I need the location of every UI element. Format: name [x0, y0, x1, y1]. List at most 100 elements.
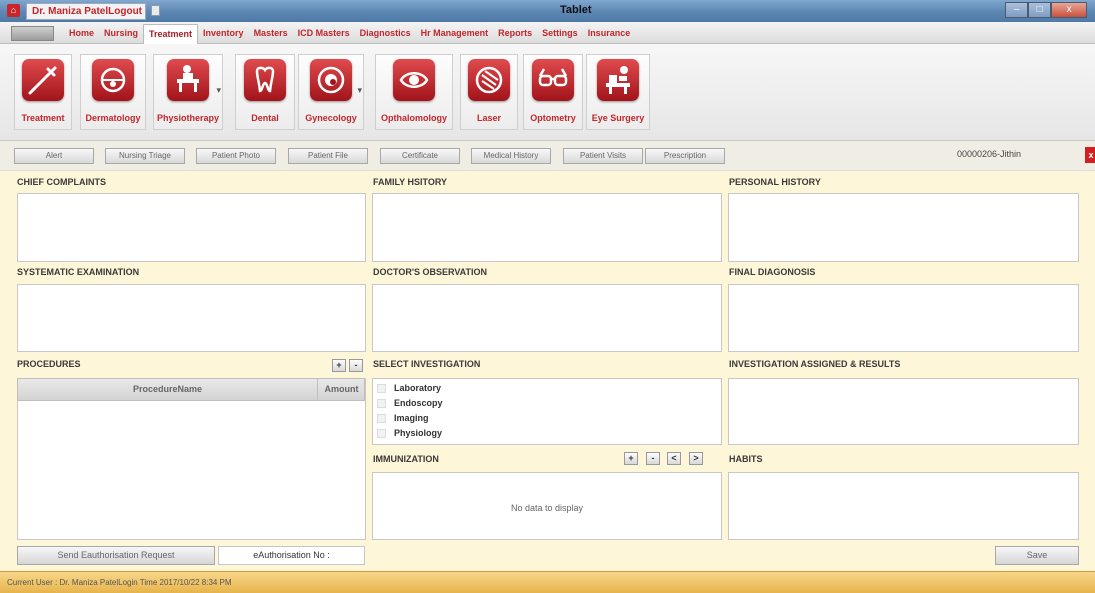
patient-file-button[interactable]: Patient File — [288, 148, 368, 164]
column-procedure-name[interactable]: ProcedureName — [18, 379, 318, 400]
immunization-add-button[interactable]: + — [624, 452, 638, 465]
tile-treatment[interactable]: Treatment — [14, 54, 72, 130]
investigation-label: Physiology — [394, 428, 443, 438]
patient-photo-button[interactable]: Patient Photo — [196, 148, 276, 164]
gynecology-icon — [310, 59, 352, 101]
menu-hr-management[interactable]: Hr Management — [416, 24, 494, 44]
remove-procedure-button[interactable]: - — [349, 359, 363, 372]
immunization-prev-button[interactable]: < — [667, 452, 681, 465]
investigation-item[interactable]: Endoscopy — [377, 396, 443, 410]
certificate-button[interactable]: Certificate — [380, 148, 460, 164]
investigation-item[interactable]: Physiology — [377, 426, 442, 440]
app-icon: ⌂ — [7, 4, 20, 17]
habits-field[interactable] — [728, 472, 1079, 540]
checkbox[interactable] — [377, 428, 386, 438]
menu-items: Home Nursing Treatment Inventory Masters… — [64, 22, 635, 44]
patient-action-bar: Alert Nursing Triage Patient Photo Patie… — [0, 141, 1095, 171]
investigation-item[interactable]: Imaging — [377, 411, 429, 425]
procedures-table — [17, 378, 366, 540]
menu-treatment[interactable]: Treatment — [143, 24, 199, 44]
tile-laser[interactable]: Laser — [460, 54, 518, 130]
checkbox[interactable] — [377, 383, 386, 393]
tile-label: Physiotherapy — [156, 113, 220, 123]
immunization-next-button[interactable]: > — [689, 452, 703, 465]
close-window-button[interactable]: x — [1051, 2, 1087, 18]
tile-label: Laser — [476, 113, 502, 123]
tile-label: Treatment — [21, 113, 65, 123]
doctors-observation-field[interactable] — [372, 284, 722, 352]
investigation-label: Imaging — [394, 413, 429, 423]
nursing-triage-button[interactable]: Nursing Triage — [105, 148, 185, 164]
add-procedure-button[interactable]: + — [332, 359, 346, 372]
menu-insurance[interactable]: Insurance — [583, 24, 636, 44]
save-button[interactable]: Save — [995, 546, 1079, 565]
personal-history-title: PERSONAL HISTORY — [729, 177, 821, 187]
tile-label: Eye Surgery — [591, 113, 645, 123]
systematic-examination-field[interactable] — [17, 284, 366, 352]
close-patient-button[interactable]: x — [1085, 147, 1095, 163]
tooth-icon — [244, 59, 286, 101]
menu-nursing[interactable]: Nursing — [99, 24, 143, 44]
tile-label: Gynecology — [305, 113, 357, 123]
tile-dermatology[interactable]: Dermatology — [80, 54, 146, 130]
chief-complaints-title: CHIEF COMPLAINTS — [17, 177, 106, 187]
title-mini-button[interactable] — [151, 5, 160, 16]
skin-icon — [92, 59, 134, 101]
doctors-observation-title: DOCTOR'S OBSERVATION — [373, 267, 487, 277]
immunization-grid: No data to display — [372, 472, 722, 540]
menu-diagnostics[interactable]: Diagnostics — [355, 24, 416, 44]
tile-eye-surgery[interactable]: Eye Surgery — [586, 54, 650, 130]
patient-id-label: 00000206-Jithin — [957, 149, 1022, 159]
menu-masters[interactable]: Masters — [249, 24, 293, 44]
investigation-results-field[interactable] — [728, 378, 1079, 445]
user-logout-tab[interactable]: Dr. Maniza PatelLogout — [26, 3, 146, 20]
module-ribbon: Treatment Dermatology ▾ Physiotherapy De… — [0, 44, 1095, 141]
menu-inventory[interactable]: Inventory — [198, 24, 249, 44]
syringe-icon — [22, 59, 64, 101]
title-bar: ⌂ Dr. Maniza PatelLogout Tablet – □ x — [0, 0, 1095, 22]
menu-settings[interactable]: Settings — [537, 24, 583, 44]
send-eauthorisation-button[interactable]: Send Eauthorisation Request — [17, 546, 215, 565]
chief-complaints-field[interactable] — [17, 193, 366, 262]
personal-history-field[interactable] — [728, 193, 1079, 262]
investigation-item[interactable]: Laboratory — [377, 381, 441, 395]
alert-button[interactable]: Alert — [14, 148, 94, 164]
menu-reports[interactable]: Reports — [493, 24, 537, 44]
status-bar: Current User : Dr. Maniza PatelLogin Tim… — [0, 571, 1095, 593]
chevron-down-icon[interactable]: ▾ — [357, 85, 362, 96]
chevron-down-icon[interactable]: ▾ — [216, 85, 221, 96]
investigation-list: Laboratory Endoscopy Imaging Physiology — [372, 378, 722, 445]
checkbox[interactable] — [377, 413, 386, 423]
investigation-label: Laboratory — [394, 383, 442, 393]
tile-label: Opthalomology — [381, 113, 447, 123]
menu-lead-button[interactable] — [11, 26, 54, 41]
tile-opthalomology[interactable]: Opthalomology — [375, 54, 453, 130]
status-text: Current User : Dr. Maniza PatelLogin Tim… — [7, 578, 232, 587]
habits-title: HABITS — [729, 454, 763, 464]
patient-visits-button[interactable]: Patient Visits — [563, 148, 643, 164]
window-title: Tablet — [560, 4, 592, 16]
minimize-button[interactable]: – — [1005, 2, 1029, 18]
maximize-button[interactable]: □ — [1028, 2, 1052, 18]
investigation-assigned-title: INVESTIGATION ASSIGNED & RESULTS — [729, 359, 901, 369]
window-controls: – □ x — [1005, 2, 1087, 18]
tile-gynecology[interactable]: ▾ Gynecology — [298, 54, 364, 130]
eauthorisation-number-field[interactable]: eAuthorisation No : — [218, 546, 365, 565]
menu-icd-masters[interactable]: ICD Masters — [293, 24, 355, 44]
tile-label: Dental — [251, 113, 279, 123]
final-diagnosis-field[interactable] — [728, 284, 1079, 352]
prescription-button[interactable]: Prescription — [645, 148, 725, 164]
laser-icon — [468, 59, 510, 101]
menu-bar: Home Nursing Treatment Inventory Masters… — [0, 22, 1095, 44]
tile-optometry[interactable]: Optometry — [523, 54, 583, 130]
eye-surgery-icon — [597, 59, 639, 101]
medical-history-button[interactable]: Medical History — [471, 148, 551, 164]
family-history-field[interactable] — [372, 193, 722, 262]
immunization-remove-button[interactable]: - — [646, 452, 660, 465]
select-investigation-title: SELECT INVESTIGATION — [373, 359, 481, 369]
tile-physiotherapy[interactable]: ▾ Physiotherapy — [153, 54, 223, 130]
column-amount[interactable]: Amount — [318, 379, 365, 400]
checkbox[interactable] — [377, 398, 386, 408]
menu-home[interactable]: Home — [64, 24, 99, 44]
tile-dental[interactable]: Dental — [235, 54, 295, 130]
